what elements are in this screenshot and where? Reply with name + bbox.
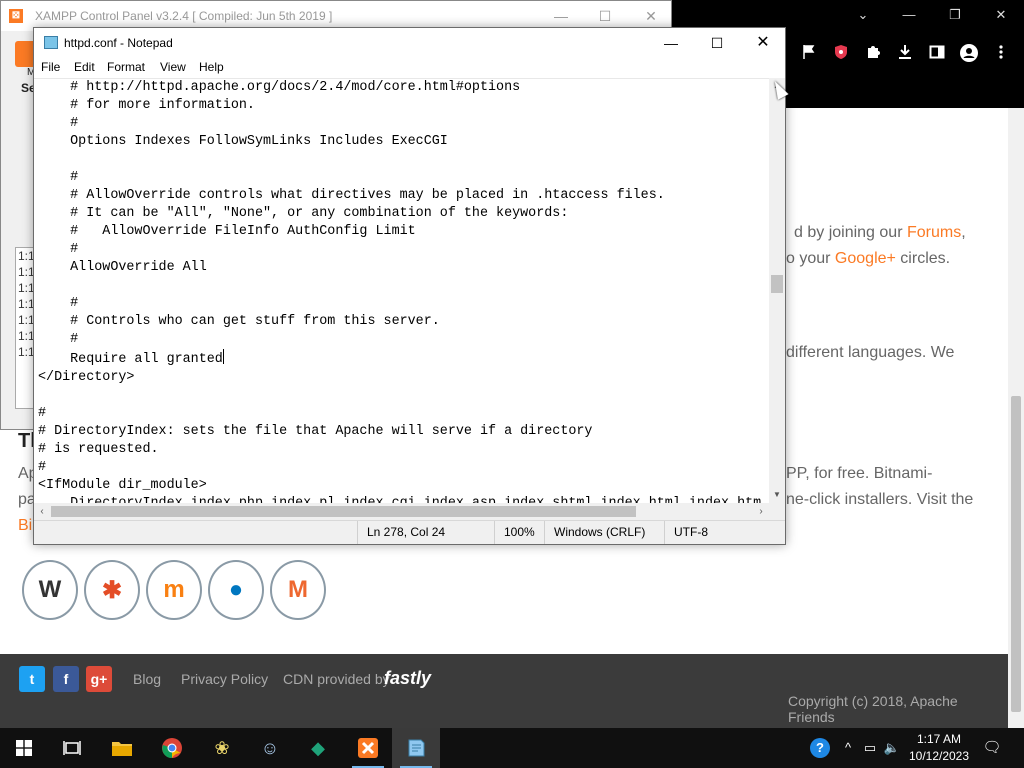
chrome-icon <box>162 738 182 759</box>
horizontal-scrollbar-thumb[interactable] <box>51 506 636 517</box>
google-plus-link[interactable]: Google+ <box>835 250 896 267</box>
close-icon[interactable]: ✕ <box>990 4 1012 26</box>
close-button[interactable]: ✕ <box>740 28 786 58</box>
facebook-icon[interactable]: f <box>53 666 79 692</box>
status-zoom: 100% <box>494 521 544 544</box>
bee-app-icon: ❀ <box>214 737 230 758</box>
forums-link[interactable]: Forums <box>907 224 961 241</box>
menu-bar: File Edit Format View Help <box>34 58 785 78</box>
page-text-line: o your Google+ circles. <box>786 250 951 267</box>
status-encoding: UTF-8 <box>664 521 785 544</box>
more-icon[interactable] <box>990 44 1012 66</box>
google-plus-icon[interactable]: g+ <box>86 666 112 692</box>
page-footer: t f g+ Blog Privacy Policy CDN provided … <box>0 654 1008 728</box>
network-icon[interactable]: ▭ <box>860 738 880 758</box>
scroll-right-arrow-icon[interactable]: › <box>753 503 769 520</box>
taskbar-xampp[interactable] <box>344 728 392 768</box>
page-text-line: d by joining our Forums, <box>794 224 966 241</box>
taskbar-app-character[interactable]: ☺ <box>246 728 294 768</box>
moodle-icon[interactable]: m <box>146 560 202 620</box>
windows-logo-icon <box>16 740 32 756</box>
menu-view[interactable]: View <box>160 60 186 74</box>
scroll-down-arrow-icon[interactable]: ▼ <box>769 487 785 503</box>
start-button[interactable] <box>0 728 48 768</box>
chevron-down-icon[interactable]: ⌄ <box>852 4 874 26</box>
taskbar-notepad[interactable] <box>392 728 440 768</box>
folder-icon <box>112 742 132 756</box>
status-cursor-position: Ln 278, Col 24 <box>357 521 492 544</box>
editor-content[interactable]: # http://httpd.apache.org/docs/2.4/mod/c… <box>34 79 769 504</box>
task-view-button[interactable] <box>48 728 96 768</box>
xampp-close-button[interactable]: ✕ <box>641 6 661 26</box>
xampp-icon <box>358 738 378 758</box>
maximize-button[interactable]: ☐ <box>694 28 740 58</box>
notepad-window: httpd.conf - Notepad — ☐ ✕ File Edit For… <box>33 27 786 545</box>
system-clock[interactable]: 1:17 AM 10/12/2023 <box>906 731 972 765</box>
xampp-maximize-button[interactable]: ☐ <box>595 6 615 26</box>
status-bar: Ln 278, Col 24 100% Windows (CRLF) UTF-8 <box>34 520 785 544</box>
cdn-label: CDN provided by <box>283 671 390 687</box>
fastly-logo[interactable]: fastly <box>384 668 431 689</box>
notepad-title: httpd.conf - Notepad <box>64 36 173 50</box>
character-app-icon: ☺ <box>260 737 280 758</box>
wordpress-icon[interactable]: W <box>22 560 78 620</box>
scrollbar-corner <box>769 503 785 520</box>
taskbar-app-bee[interactable]: ❀ <box>198 728 246 768</box>
app-installer-icons: W ✱ m ● M <box>22 560 326 620</box>
status-line-ending: Windows (CRLF) <box>544 521 664 544</box>
blog-link[interactable]: Blog <box>133 671 161 687</box>
clock-time: 1:17 AM <box>916 732 962 746</box>
page-text-line: PP, for free. Bitnami- <box>786 465 933 482</box>
page-link-fragment[interactable]: Bi <box>18 517 32 535</box>
notepad-titlebar[interactable]: httpd.conf - Notepad — ☐ ✕ <box>34 28 785 58</box>
menu-help[interactable]: Help <box>199 60 224 74</box>
horizontal-scrollbar[interactable]: ‹ › <box>34 503 769 520</box>
flag-icon[interactable] <box>798 44 820 66</box>
minimize-icon[interactable]: — <box>898 4 920 26</box>
xampp-minimize-button[interactable]: — <box>551 6 571 26</box>
notepad-app-icon <box>44 36 58 49</box>
page-scrollbar[interactable] <box>1008 108 1024 728</box>
page-text-line: different languages. We <box>786 344 955 361</box>
task-view-icon <box>63 741 81 755</box>
sidebar-icon[interactable] <box>926 44 948 66</box>
profile-icon[interactable] <box>958 44 980 66</box>
notepad-icon <box>408 739 425 757</box>
magento-icon[interactable]: M <box>270 560 326 620</box>
vertical-scrollbar[interactable]: ▲ ▼ <box>769 78 785 503</box>
xampp-title: XAMPP Control Panel v3.2.4 [ Compiled: J… <box>35 9 333 23</box>
taskbar-chrome[interactable] <box>148 728 196 768</box>
xampp-logo-icon: ⊠ <box>9 9 23 23</box>
restore-icon[interactable]: ❐ <box>944 4 966 26</box>
menu-format[interactable]: Format <box>107 60 145 74</box>
shield-icon[interactable] <box>830 44 852 66</box>
joomla-icon[interactable]: ✱ <box>84 560 140 620</box>
puzzle-icon[interactable] <box>862 44 884 66</box>
tray-expand-icon[interactable]: ^ <box>838 738 858 758</box>
notification-icon[interactable]: 🗨 <box>982 738 1002 758</box>
volume-icon[interactable]: 🔈 <box>882 738 902 758</box>
text-editor[interactable]: # http://httpd.apache.org/docs/2.4/mod/c… <box>34 78 769 504</box>
privacy-policy-link[interactable]: Privacy Policy <box>181 671 268 687</box>
menu-edit[interactable]: Edit <box>74 60 95 74</box>
vertical-scrollbar-thumb[interactable] <box>771 275 783 293</box>
taskbar: ❀ ☺ ◆ ? ^ ▭ 🔈 1:17 AM 10/12/2023 🗨 <box>0 728 1024 768</box>
page-scrollbar-thumb[interactable] <box>1011 396 1021 712</box>
download-icon[interactable] <box>894 44 916 66</box>
taskbar-file-explorer[interactable] <box>98 728 146 768</box>
page-text-line: ne-click installers. Visit the <box>786 491 974 508</box>
text-caret <box>222 349 224 364</box>
menu-file[interactable]: File <box>41 60 60 74</box>
scroll-left-arrow-icon[interactable]: ‹ <box>34 503 50 520</box>
help-icon[interactable]: ? <box>810 738 830 758</box>
clock-date: 10/12/2023 <box>908 749 970 763</box>
taskbar-app-green[interactable]: ◆ <box>294 728 342 768</box>
copyright-text: Copyright (c) 2018, Apache Friends <box>788 693 958 725</box>
drupal-icon[interactable]: ● <box>208 560 264 620</box>
minimize-button[interactable]: — <box>648 28 694 58</box>
twitter-icon[interactable]: t <box>19 666 45 692</box>
green-app-icon: ◆ <box>311 737 325 758</box>
